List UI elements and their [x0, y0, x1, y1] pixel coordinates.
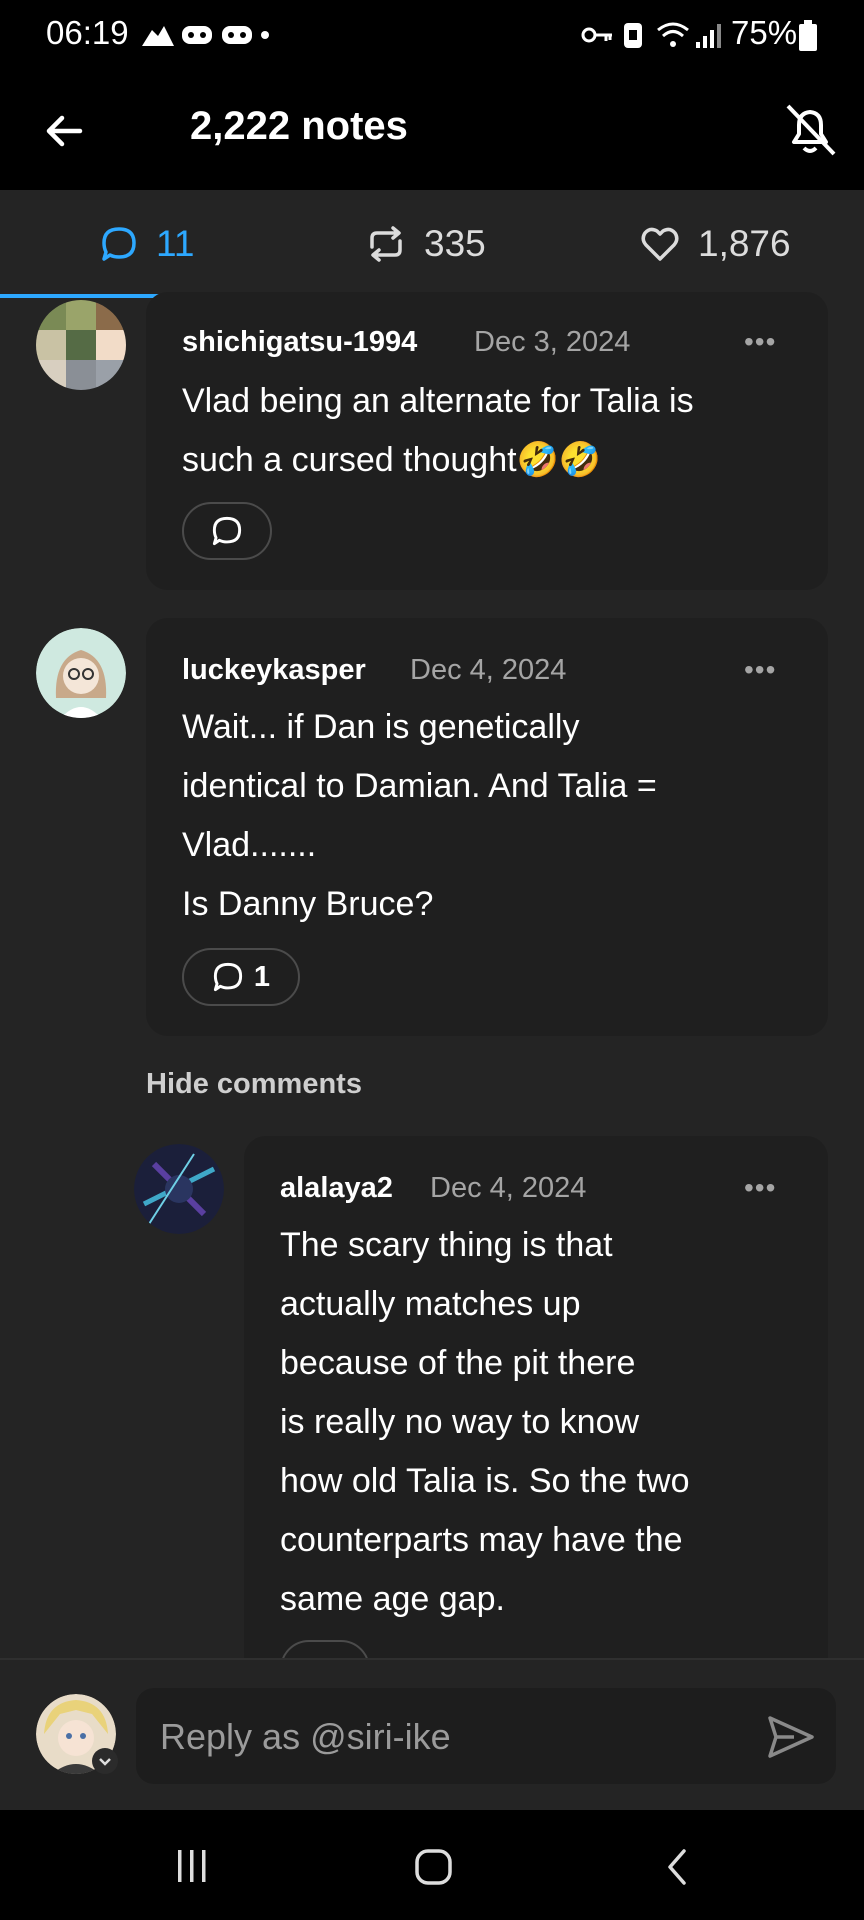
system-nav-bar: [0, 1810, 864, 1920]
reply-button[interactable]: [182, 502, 272, 560]
reply-username[interactable]: alalaya2: [280, 1172, 393, 1205]
comment-icon: [213, 962, 243, 992]
reply-card: alalaya2 Dec 4, 2024 ••• The scary thing…: [244, 1136, 828, 1698]
reply-line: actually matches up: [280, 1285, 581, 1323]
status-time: 06:19: [46, 14, 129, 51]
tab-likes[interactable]: 1,876: [640, 190, 791, 298]
comment-card: luckeykasper Dec 4, 2024 ••• Wait... if …: [146, 618, 828, 1036]
reply-input[interactable]: Reply as @siri-ike: [136, 1688, 836, 1784]
back-icon[interactable]: [662, 1848, 692, 1886]
comment-line: Is Danny Bruce?: [182, 885, 434, 923]
reply-line: counterparts may have the: [280, 1521, 683, 1559]
reply-button[interactable]: 1: [182, 948, 300, 1006]
game-icon: [182, 26, 212, 44]
reply-body: The scary thing is that actually matches…: [280, 1216, 690, 1629]
avatar[interactable]: [134, 1144, 224, 1234]
home-icon[interactable]: [414, 1848, 454, 1886]
comment-line: Vlad being an alternate for Talia is: [182, 382, 694, 420]
comment-username[interactable]: luckeykasper: [182, 654, 366, 687]
signal-icon: [696, 24, 721, 48]
hide-comments-button[interactable]: Hide comments: [146, 1068, 362, 1101]
recents-icon[interactable]: [172, 1848, 212, 1884]
comment-date: Dec 3, 2024: [474, 326, 631, 358]
tab-comments-count: 11: [156, 223, 195, 264]
reply-line: because of the pit there: [280, 1344, 636, 1382]
status-bar: 06:19 75%: [0, 0, 864, 70]
comment-card: shichigatsu-1994 Dec 3, 2024 ••• Vlad be…: [146, 292, 828, 590]
comment-body: Vlad being an alternate for Talia is suc…: [182, 372, 694, 490]
comment-icon: [212, 516, 242, 546]
back-button[interactable]: [40, 106, 90, 156]
tab-comments[interactable]: 11: [100, 190, 194, 298]
comment-body: Wait... if Dan is genetically identical …: [182, 698, 657, 934]
tab-reblogs-count: 335: [424, 223, 486, 264]
more-options-button[interactable]: •••: [744, 326, 776, 358]
comment-line: Wait... if Dan is genetically: [182, 708, 580, 746]
chevron-down-icon[interactable]: [92, 1748, 118, 1774]
notes-tabs: 11 335 1,876: [0, 190, 864, 298]
reblog-icon: [370, 226, 402, 262]
tab-reblogs[interactable]: 335: [366, 190, 486, 298]
dot-icon: [261, 31, 269, 39]
battery-level: 75%: [731, 14, 798, 51]
wifi-icon: [657, 22, 689, 47]
app-header: 2,222 notes: [0, 70, 864, 190]
reply-date: Dec 4, 2024: [430, 1172, 587, 1204]
avatar[interactable]: [36, 628, 126, 718]
bell-off-icon[interactable]: [780, 100, 840, 160]
avatar[interactable]: [36, 300, 126, 390]
comment-date: Dec 4, 2024: [410, 654, 567, 686]
tab-likes-count: 1,876: [698, 223, 791, 264]
cloud-icon: [142, 26, 174, 46]
key-icon: [581, 27, 612, 43]
reply-placeholder: Reply as @siri-ike: [160, 1716, 451, 1757]
comment-username[interactable]: shichigatsu-1994: [182, 326, 417, 359]
reply-bar: Reply as @siri-ike: [0, 1658, 864, 1812]
comment-line: identical to Damian. And Talia =: [182, 767, 657, 805]
reply-line: how old Talia is. So the two: [280, 1462, 690, 1500]
comment-line: Vlad.......: [182, 826, 317, 864]
comment-icon: [102, 227, 136, 261]
heart-icon: [641, 227, 679, 261]
more-options-button[interactable]: •••: [744, 654, 776, 686]
send-icon[interactable]: [764, 1710, 818, 1764]
comment-line: such a cursed thought🤣🤣: [182, 441, 602, 479]
reply-line: same age gap.: [280, 1580, 505, 1618]
more-options-button[interactable]: •••: [744, 1172, 776, 1204]
security-icon: [624, 23, 642, 48]
reply-count: 1: [253, 960, 271, 993]
reply-line: is really no way to know: [280, 1403, 640, 1441]
reply-line: The scary thing is that: [280, 1226, 613, 1264]
game-icon: [222, 26, 252, 44]
battery-icon: [799, 20, 817, 51]
page-title: 2,222 notes: [190, 104, 408, 148]
